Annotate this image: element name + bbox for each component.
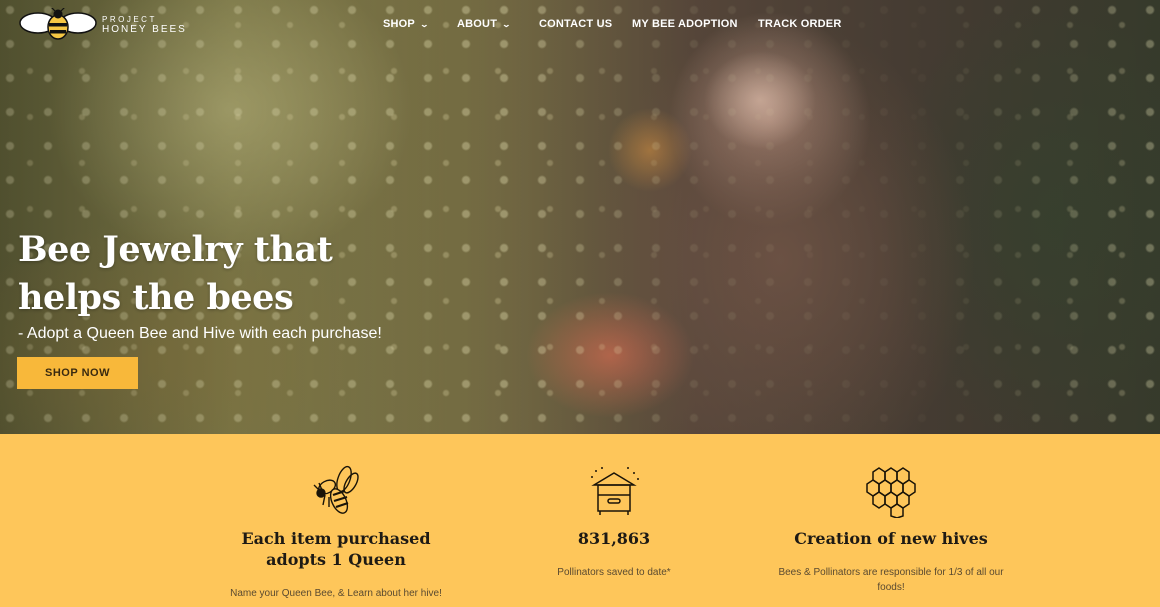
features-band: Each item purchased adopts 1 Queen Name … bbox=[0, 434, 1160, 607]
bee-logo-icon bbox=[19, 8, 97, 40]
site-logo[interactable]: PROJECT HONEY BEES bbox=[18, 8, 187, 42]
queen-bee-icon bbox=[216, 464, 456, 520]
feature-description: Bees & Pollinators are responsible for 1… bbox=[778, 567, 1004, 593]
nav-about-label: ABOUT bbox=[457, 18, 498, 30]
feature-pollinators-saved: 831,863 Pollinators saved to date* bbox=[514, 434, 714, 580]
feature-new-hives: Creation of new hives Bees & Pollinators… bbox=[770, 434, 1012, 595]
feature-title: Creation of new hives bbox=[794, 529, 988, 548]
chevron-down-icon: ⌄ bbox=[419, 19, 430, 29]
hero-section: PROJECT HONEY BEES SHOP ⌄ ABOUT ⌄ CONTAC… bbox=[0, 0, 1160, 434]
nav-shop[interactable]: SHOP ⌄ bbox=[383, 18, 430, 30]
nav-my-bee-adoption[interactable]: MY BEE ADOPTION bbox=[632, 18, 738, 30]
hero-overlay bbox=[0, 0, 1160, 434]
honeycomb-icon bbox=[770, 464, 1012, 520]
hero-title: Bee Jewelry that helps the bees bbox=[18, 229, 333, 318]
feature-adopt-queen: Each item purchased adopts 1 Queen Name … bbox=[216, 434, 456, 601]
shop-now-button[interactable]: SHOP NOW bbox=[17, 357, 138, 389]
beehive-icon bbox=[514, 464, 714, 520]
chevron-down-icon: ⌄ bbox=[501, 19, 512, 29]
nav-shop-label: SHOP bbox=[383, 18, 415, 30]
nav-contact-us[interactable]: CONTACT US bbox=[539, 18, 612, 30]
feature-description: Pollinators saved to date* bbox=[557, 567, 671, 578]
feature-description: Name your Queen Bee, & Learn about her h… bbox=[230, 588, 442, 599]
feature-title: Each item purchased adopts 1 Queen bbox=[241, 529, 431, 569]
pollinators-count: 831,863 bbox=[577, 529, 651, 548]
nav-track-order[interactable]: TRACK ORDER bbox=[758, 18, 841, 30]
logo-line2: HONEY BEES bbox=[102, 24, 187, 35]
logo-wordmark: PROJECT HONEY BEES bbox=[102, 15, 187, 35]
nav-about[interactable]: ABOUT ⌄ bbox=[457, 18, 512, 30]
hero-subtitle: - Adopt a Queen Bee and Hive with each p… bbox=[18, 325, 382, 342]
